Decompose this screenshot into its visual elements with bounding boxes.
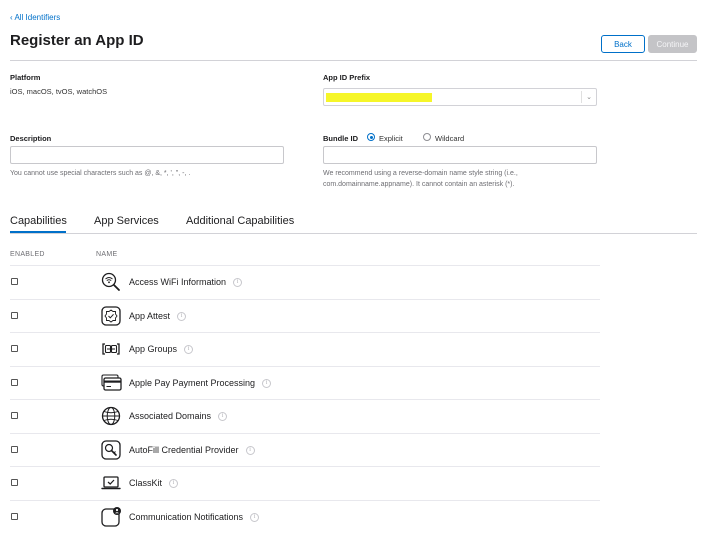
wifi-search-icon [101,272,120,291]
platform-value: iOS, macOS, tvOS, watchOS [10,87,108,96]
info-icon[interactable]: i [250,513,260,523]
info-icon[interactable]: i [184,345,194,355]
table-row: Apple Pay Payment Processing i [10,366,600,399]
app-groups-icon [102,343,120,355]
explicit-radio-label[interactable]: Explicit [379,134,403,143]
classkit-icon [101,476,121,490]
capability-name: ClassKit [129,478,163,488]
enable-checkbox[interactable] [11,513,18,520]
table-row: ClassKit i [10,466,600,499]
info-icon[interactable]: i [233,278,243,288]
all-identifiers-link[interactable]: ‹ All Identifiers [10,13,60,22]
info-icon[interactable]: i [245,446,255,456]
enable-checkbox[interactable] [11,345,18,352]
table-row: App Groups i [10,332,600,365]
header-divider [10,60,697,61]
bundle-id-input[interactable] [323,146,597,164]
platform-label: Platform [10,73,41,82]
enable-checkbox[interactable] [11,379,18,386]
info-icon[interactable]: i [169,479,179,489]
tab-capabilities[interactable]: Capabilities [10,215,67,227]
enable-checkbox[interactable] [11,412,18,419]
table-row: Communication Notifications i [10,500,600,533]
tab-app-services[interactable]: App Services [94,215,159,227]
redacted-prefix-value [326,93,432,102]
column-header-name: NAME [96,251,118,258]
back-button[interactable]: Back [601,35,645,53]
enable-checkbox[interactable] [11,479,18,486]
globe-icon [101,406,121,426]
wildcard-radio[interactable] [423,133,431,141]
description-help: You cannot use special characters such a… [10,170,191,177]
info-icon[interactable]: i [218,412,228,422]
wildcard-radio-label[interactable]: Wildcard [435,134,464,143]
table-row: AutoFill Credential Provider i [10,433,600,466]
tab-additional-capabilities[interactable]: Additional Capabilities [186,215,294,227]
apple-pay-icon [101,374,122,391]
column-header-enabled: ENABLED [10,251,45,258]
tabs-divider [10,233,697,234]
capability-name: App Attest [129,311,171,321]
table-row: Associated Domains i [10,399,600,432]
description-input[interactable] [10,146,284,164]
enable-checkbox[interactable] [11,446,18,453]
capability-name: Communication Notifications [129,512,244,522]
table-row: App Attest i [10,299,600,332]
chevron-down-icon: ⌄ [586,94,592,101]
autofill-key-icon [101,440,121,460]
communication-notifications-icon [101,507,121,527]
app-id-prefix-select[interactable]: ⌄ [323,88,597,106]
page-title: Register an App ID [10,32,144,49]
description-label: Description [10,134,52,143]
continue-button[interactable]: Continue [648,35,697,53]
explicit-radio[interactable] [367,133,375,141]
bundle-id-help-line1: We recommend using a reverse-domain name… [323,170,518,177]
app-attest-icon [101,306,121,326]
capability-name: Access WiFi Information [129,277,227,287]
select-separator [581,91,582,103]
bundle-id-help-line2: com.domainname.appname). It cannot conta… [323,181,515,188]
app-id-prefix-label: App ID Prefix [323,73,371,82]
capability-name: App Groups [129,344,178,354]
table-row: Access WiFi Information i [10,265,600,298]
enable-checkbox[interactable] [11,278,18,285]
info-icon[interactable]: i [262,379,272,389]
enable-checkbox[interactable] [11,312,18,319]
capability-name: Associated Domains [129,411,212,421]
info-icon[interactable]: i [177,312,187,322]
capability-name: Apple Pay Payment Processing [129,378,256,388]
capability-name: AutoFill Credential Provider [129,445,239,455]
bundle-id-label: Bundle ID [323,134,358,143]
